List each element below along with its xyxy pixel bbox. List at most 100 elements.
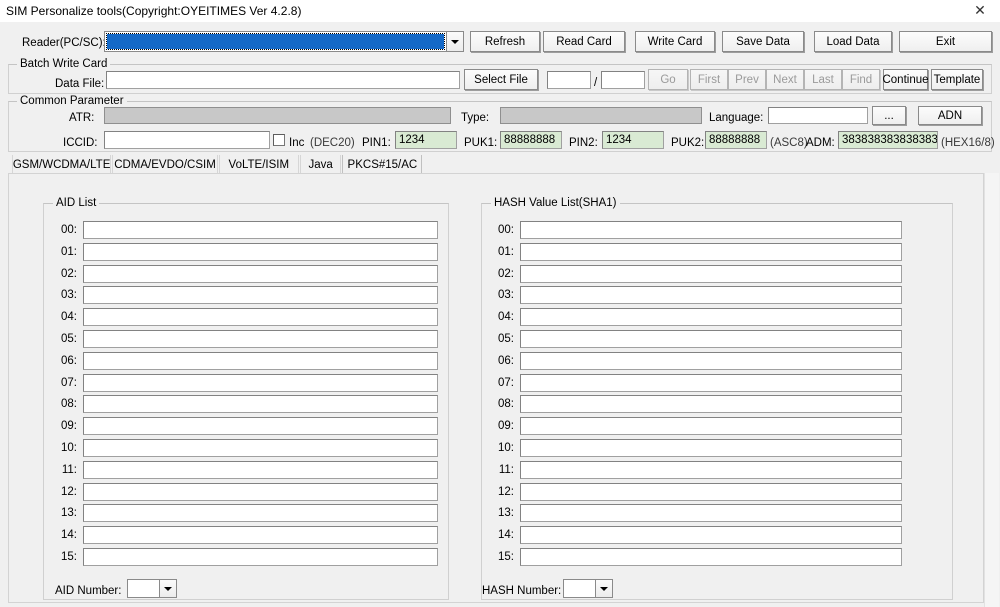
aid-row-index: 12: bbox=[61, 485, 77, 498]
aid-row-input[interactable] bbox=[83, 482, 438, 501]
hash-row-index: 09: bbox=[498, 420, 514, 433]
aid-row-index: 08: bbox=[61, 398, 77, 411]
hash-row-input[interactable] bbox=[520, 417, 902, 436]
puk1-input[interactable]: 88888888 bbox=[500, 131, 562, 149]
language-browse-button[interactable]: ... bbox=[872, 106, 906, 125]
pkcs15-ac-panel: AID List 00: 01: 02: 03: 04: 05: 06: 07: 08: 09: 1… bbox=[8, 173, 984, 603]
adn-button[interactable]: ADN bbox=[918, 106, 982, 125]
hash-row-index: 14: bbox=[498, 529, 514, 542]
continue-button[interactable]: Continue bbox=[882, 69, 929, 90]
tab-pkcs15-ac[interactable]: PKCS#15/AC bbox=[342, 155, 423, 174]
hash-row-input[interactable] bbox=[520, 548, 902, 566]
atr-input bbox=[104, 107, 451, 124]
aid-row-index: 05: bbox=[61, 333, 77, 345]
aid-number-label: AID Number: bbox=[55, 585, 122, 597]
aid-row-input[interactable] bbox=[83, 526, 438, 545]
data-file-input[interactable] bbox=[106, 71, 460, 89]
aid-row-input[interactable] bbox=[83, 395, 438, 414]
aid-row-input[interactable] bbox=[83, 264, 438, 283]
aid-row-input[interactable] bbox=[83, 221, 438, 239]
hash-row-input[interactable] bbox=[520, 504, 902, 523]
inc-checkbox[interactable] bbox=[273, 134, 285, 146]
aid-row-input[interactable] bbox=[83, 308, 438, 327]
hash-row-input[interactable] bbox=[520, 286, 902, 305]
aid-row-input[interactable] bbox=[83, 548, 438, 566]
page-separator: / bbox=[594, 77, 598, 89]
hash-row-index: 08: bbox=[498, 398, 514, 411]
aid-row-input[interactable] bbox=[83, 373, 438, 392]
hash-row-input[interactable] bbox=[520, 351, 902, 370]
prev-button: Prev bbox=[728, 69, 766, 90]
pin1-input[interactable]: 1234 bbox=[395, 131, 457, 149]
chevron-down-icon[interactable] bbox=[595, 580, 612, 597]
hash-row-input[interactable] bbox=[520, 330, 902, 348]
iccid-input[interactable] bbox=[104, 131, 270, 149]
write-card-button[interactable]: Write Card bbox=[635, 31, 715, 52]
exit-button[interactable]: Exit bbox=[899, 31, 992, 52]
iccid-label: ICCID: bbox=[63, 137, 98, 149]
puk-format-label: (ASC8) bbox=[770, 137, 808, 149]
hash-row-input[interactable] bbox=[520, 526, 902, 545]
tab-java[interactable]: Java bbox=[299, 155, 342, 174]
hash-row-input[interactable] bbox=[520, 482, 902, 501]
reader-select[interactable] bbox=[104, 31, 464, 52]
next-button: Next bbox=[766, 69, 804, 90]
hash-row-input[interactable] bbox=[520, 242, 902, 261]
page-current-input[interactable] bbox=[547, 71, 591, 89]
template-button[interactable]: Template bbox=[931, 69, 983, 90]
find-button: Find bbox=[842, 69, 880, 90]
hash-row-index: 03: bbox=[498, 289, 514, 302]
aid-row-input[interactable] bbox=[83, 460, 438, 479]
aid-row-index: 00: bbox=[61, 224, 77, 236]
pin2-input[interactable]: 1234 bbox=[602, 131, 664, 149]
hash-row-index: 11: bbox=[498, 463, 514, 476]
aid-row-input[interactable] bbox=[83, 504, 438, 523]
aid-row-index: 02: bbox=[61, 267, 77, 280]
panel-scrollbar[interactable] bbox=[984, 173, 999, 607]
page-total-input[interactable] bbox=[601, 71, 645, 89]
hash-row-input[interactable] bbox=[520, 460, 902, 479]
tab-bar: GSM/WCDMA/LTE CDMA/EVDO/CSIM VoLTE/ISIM Jav… bbox=[8, 154, 992, 174]
reader-selected-value bbox=[106, 33, 445, 50]
aid-row-input[interactable] bbox=[83, 330, 438, 348]
close-icon[interactable]: ✕ bbox=[960, 0, 1000, 22]
language-input[interactable] bbox=[768, 107, 868, 124]
chevron-down-icon[interactable] bbox=[446, 32, 463, 51]
aid-row-input[interactable] bbox=[83, 351, 438, 370]
aid-row-index: 10: bbox=[61, 442, 77, 454]
load-data-button[interactable]: Load Data bbox=[814, 31, 892, 52]
chevron-down-icon[interactable] bbox=[159, 580, 176, 597]
aid-row-input[interactable] bbox=[83, 286, 438, 305]
aid-row-input[interactable] bbox=[83, 417, 438, 436]
hash-row-input[interactable] bbox=[520, 439, 902, 457]
aid-row-input[interactable] bbox=[83, 242, 438, 261]
hash-row-input[interactable] bbox=[520, 264, 902, 283]
hash-row-index: 02: bbox=[498, 267, 514, 280]
select-file-button[interactable]: Select File bbox=[464, 69, 538, 90]
hash-row-input[interactable] bbox=[520, 221, 902, 239]
aid-row-index: 11: bbox=[61, 463, 77, 476]
hash-row-index: 05: bbox=[498, 333, 514, 345]
tab-cdma-evdo-csim[interactable]: CDMA/EVDO/CSIM bbox=[112, 155, 218, 174]
hash-row-input[interactable] bbox=[520, 395, 902, 414]
aid-row-index: 14: bbox=[61, 529, 77, 542]
hash-row-input[interactable] bbox=[520, 373, 902, 392]
tab-gsm-wcdma-lte[interactable]: GSM/WCDMA/LTE bbox=[12, 155, 112, 174]
tab-volte-isim[interactable]: VoLTE/ISIM bbox=[218, 155, 299, 174]
aid-row-input[interactable] bbox=[83, 439, 438, 457]
puk2-input[interactable]: 88888888 bbox=[705, 131, 767, 149]
hash-row-index: 06: bbox=[498, 354, 514, 367]
go-button: Go bbox=[648, 69, 688, 90]
batch-write-card-title: Batch Write Card bbox=[17, 58, 111, 70]
read-card-button[interactable]: Read Card bbox=[543, 31, 625, 52]
atr-label: ATR: bbox=[69, 112, 95, 124]
last-button: Last bbox=[804, 69, 842, 90]
pin1-label: PIN1: bbox=[362, 137, 391, 149]
aid-number-select[interactable] bbox=[127, 579, 177, 598]
adm-input[interactable]: 3838383838383838 bbox=[838, 131, 938, 149]
refresh-button[interactable]: Refresh bbox=[470, 31, 540, 52]
save-data-button[interactable]: Save Data bbox=[722, 31, 804, 52]
hash-row-input[interactable] bbox=[520, 308, 902, 327]
hash-list-title: HASH Value List(SHA1) bbox=[491, 197, 620, 209]
hash-number-select[interactable] bbox=[563, 579, 613, 598]
